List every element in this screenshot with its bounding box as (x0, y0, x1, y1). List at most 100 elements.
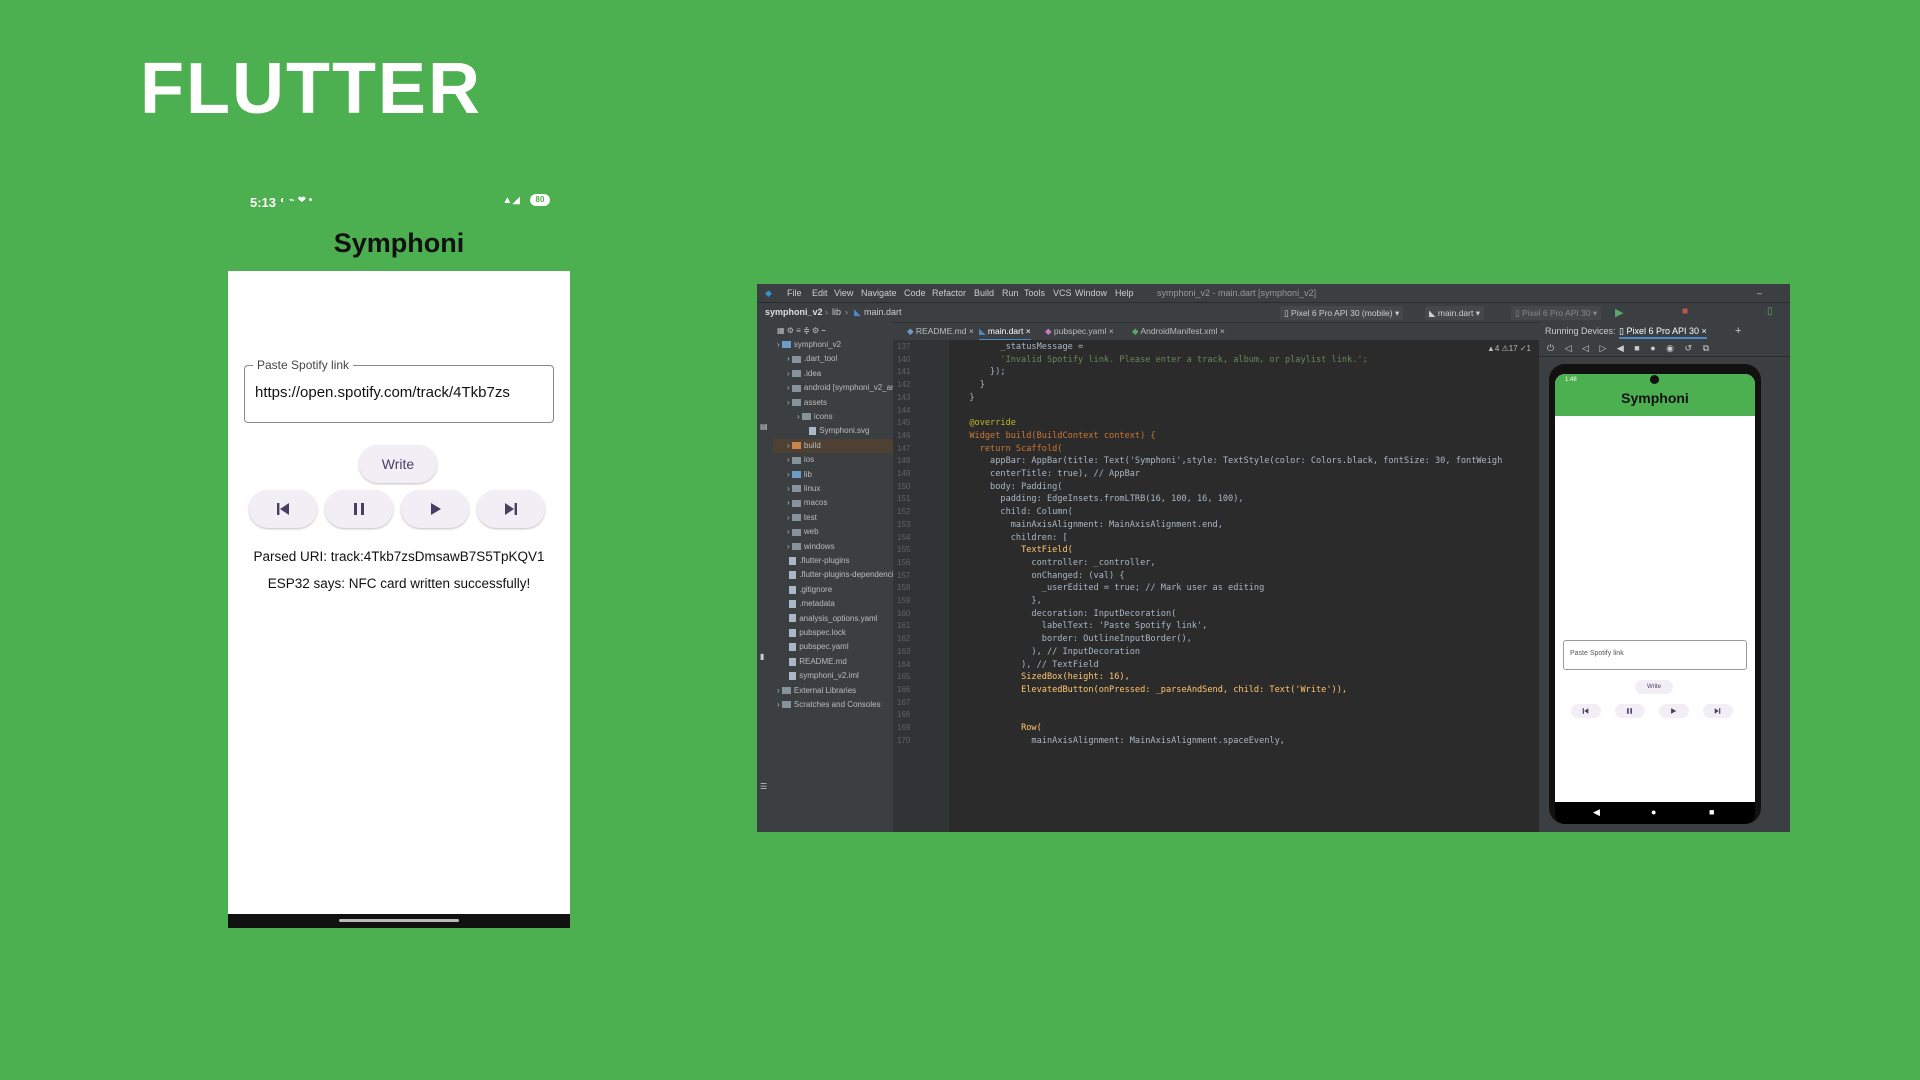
emulator-link-input[interactable]: Paste Spotify link (1563, 640, 1747, 670)
structure-tool-icon[interactable]: ☰ (760, 782, 767, 791)
collapse-all-icon[interactable]: ▦ ⚙ ≡ ≑ ⚙ – (777, 326, 826, 335)
code-line[interactable]: Widget build(BuildContext context) { (959, 431, 1155, 441)
project-tree-item[interactable]: › linux (773, 482, 893, 496)
menu-file[interactable]: File (787, 288, 802, 298)
project-tree-item[interactable]: › web (773, 525, 893, 539)
code-line[interactable]: labelText: 'Paste Spotify link', (959, 621, 1208, 631)
bookmarks-tool-icon[interactable]: ▮ (760, 652, 764, 661)
project-tree-item[interactable]: › macos (773, 496, 893, 510)
menu-navigate[interactable]: Navigate (861, 288, 897, 298)
project-tree-item[interactable]: › build (773, 438, 893, 453)
menu-vcs[interactable]: VCS (1053, 288, 1072, 298)
code-line[interactable]: } (959, 380, 985, 390)
menu-view[interactable]: View (834, 288, 853, 298)
code-line[interactable]: mainAxisAlignment: MainAxisAlignment.end… (959, 520, 1223, 530)
code-line[interactable]: return Scaffold( (959, 444, 1063, 454)
project-tree-item[interactable]: › External Libraries (773, 684, 893, 698)
minimize-icon[interactable]: – (1757, 288, 1762, 298)
project-tree-item[interactable]: › .dart_tool (773, 352, 893, 366)
project-tree-item[interactable]: › ios (773, 453, 893, 467)
project-tree-item[interactable]: Symphoni.svg (773, 424, 893, 438)
menu-edit[interactable]: Edit (812, 288, 828, 298)
emulator-next-button[interactable] (1703, 704, 1733, 718)
run-icon[interactable]: ▶ (1615, 306, 1623, 319)
breadcrumb-lib[interactable]: lib (832, 307, 841, 317)
project-tree-item[interactable]: › android [symphoni_v2_android] (773, 381, 893, 395)
device-selector[interactable]: ▯ Pixel 6 Pro API 30 (mobile) ▾ (1280, 306, 1404, 320)
project-tree-item[interactable]: › assets (773, 396, 893, 410)
code-line[interactable]: decoration: InputDecoration( (959, 609, 1176, 619)
code-line[interactable]: onChanged: (val) { (959, 571, 1124, 581)
code-line[interactable]: }); (959, 367, 1006, 377)
emulator-previous-button[interactable] (1571, 704, 1601, 718)
code-line[interactable]: ), // InputDecoration (959, 647, 1140, 657)
home-icon[interactable]: ● (1651, 807, 1656, 817)
emulator-controls-icon[interactable]: ⏻ ◁ ◁ ▷ ◀ ■ ● ◉ ↺ ⧉ (1547, 343, 1713, 354)
project-tree-item[interactable]: analysis_options.yaml (773, 612, 893, 626)
project-tree-item[interactable]: › symphoni_v2 (773, 338, 893, 352)
next-button[interactable] (477, 490, 545, 528)
code-line[interactable]: _statusMessage = (959, 342, 1083, 352)
code-line[interactable]: appBar: AppBar(title: Text('Symphoni',st… (959, 456, 1502, 466)
breadcrumb-project[interactable]: symphoni_v2 (765, 307, 823, 317)
project-tree-item[interactable]: .gitignore (773, 583, 893, 597)
tab-pubspec[interactable]: ◆ pubspec.yaml × (1045, 326, 1114, 337)
play-button[interactable] (401, 490, 469, 528)
emulator-play-button[interactable] (1659, 704, 1689, 718)
project-tree-item[interactable]: symphoni_v2.iml (773, 669, 893, 683)
code-line[interactable]: Row( (959, 723, 1042, 733)
emulator-pause-button[interactable] (1615, 704, 1645, 718)
project-tree-item[interactable]: .metadata (773, 597, 893, 611)
device-manager-icon[interactable]: ▯ (1767, 306, 1773, 317)
add-device-icon[interactable]: + (1735, 325, 1741, 337)
project-tool-icon[interactable]: ▤ (760, 422, 768, 431)
project-tree-item[interactable]: README.md (773, 655, 893, 669)
code-line[interactable]: _userEdited = true; // Mark user as edit… (959, 583, 1264, 593)
pause-button[interactable] (325, 490, 393, 528)
code-editor[interactable]: _statusMessage = 'Invalid Spotify link. … (949, 340, 1539, 832)
menu-code[interactable]: Code (904, 288, 926, 298)
write-button[interactable]: Write (359, 445, 437, 483)
code-line[interactable]: controller: _controller, (959, 558, 1155, 568)
menu-tools[interactable]: Tools (1024, 288, 1045, 298)
previous-button[interactable] (249, 490, 317, 528)
project-tree-item[interactable]: › .idea (773, 367, 893, 381)
code-line[interactable]: } (959, 393, 974, 403)
project-tree-item[interactable]: › lib (773, 468, 893, 482)
emulator-screen[interactable]: 1:48 Symphoni Paste Spotify link Write (1555, 374, 1755, 802)
code-line[interactable]: padding: EdgeInsets.fromLTRB(16, 100, 16… (959, 494, 1243, 504)
spotify-link-input[interactable]: Paste Spotify link https://open.spotify.… (244, 358, 554, 423)
code-line[interactable]: centerTitle: true), // AppBar (959, 469, 1140, 479)
tab-readme[interactable]: ◆ README.md × (907, 326, 974, 337)
tab-main-dart[interactable]: ◣ main.dart × (979, 326, 1031, 341)
code-line[interactable]: child: Column( (959, 507, 1072, 517)
code-line[interactable]: ), // TextField (959, 660, 1099, 670)
code-line[interactable]: mainAxisAlignment: MainAxisAlignment.spa… (959, 736, 1285, 746)
code-line[interactable]: body: Padding( (959, 482, 1062, 492)
project-tree-item[interactable]: › windows (773, 540, 893, 554)
tab-android-manifest[interactable]: ◆ AndroidManifest.xml × (1132, 326, 1225, 337)
breadcrumb-file[interactable]: main.dart (864, 307, 902, 317)
code-line[interactable]: border: OutlineInputBorder(), (959, 634, 1192, 644)
project-tree-item[interactable]: pubspec.yaml (773, 640, 893, 654)
code-line[interactable]: ElevatedButton(onPressed: _parseAndSend,… (959, 685, 1347, 695)
menu-refactor[interactable]: Refactor (932, 288, 966, 298)
project-tree-item[interactable]: › icons (773, 410, 893, 424)
project-tree-item[interactable]: pubspec.lock (773, 626, 893, 640)
project-tree-item[interactable]: .flutter-plugins-dependencies (773, 568, 893, 582)
recents-icon[interactable]: ■ (1709, 807, 1714, 817)
stop-icon[interactable]: ■ (1682, 306, 1688, 317)
run-config-selector[interactable]: ◣ main.dart ▾ (1425, 306, 1484, 320)
code-line[interactable]: TextField( (959, 545, 1073, 555)
code-line[interactable]: children: [ (959, 533, 1068, 543)
menu-build[interactable]: Build (974, 288, 994, 298)
code-line[interactable]: SizedBox(height: 16), (959, 672, 1130, 682)
spotify-link-value[interactable]: https://open.spotify.com/track/4Tkb7zs (255, 384, 547, 401)
code-line[interactable]: }, (959, 596, 1041, 606)
project-tree-item[interactable]: .flutter-plugins (773, 554, 893, 568)
menu-help[interactable]: Help (1115, 288, 1134, 298)
code-line[interactable]: 'Invalid Spotify link. Please enter a tr… (959, 355, 1367, 365)
back-icon[interactable]: ◀ (1593, 807, 1600, 818)
secondary-device-selector[interactable]: ▯ Pixel 6 Pro API 30 ▾ (1511, 306, 1602, 320)
menu-window[interactable]: Window (1075, 288, 1107, 298)
